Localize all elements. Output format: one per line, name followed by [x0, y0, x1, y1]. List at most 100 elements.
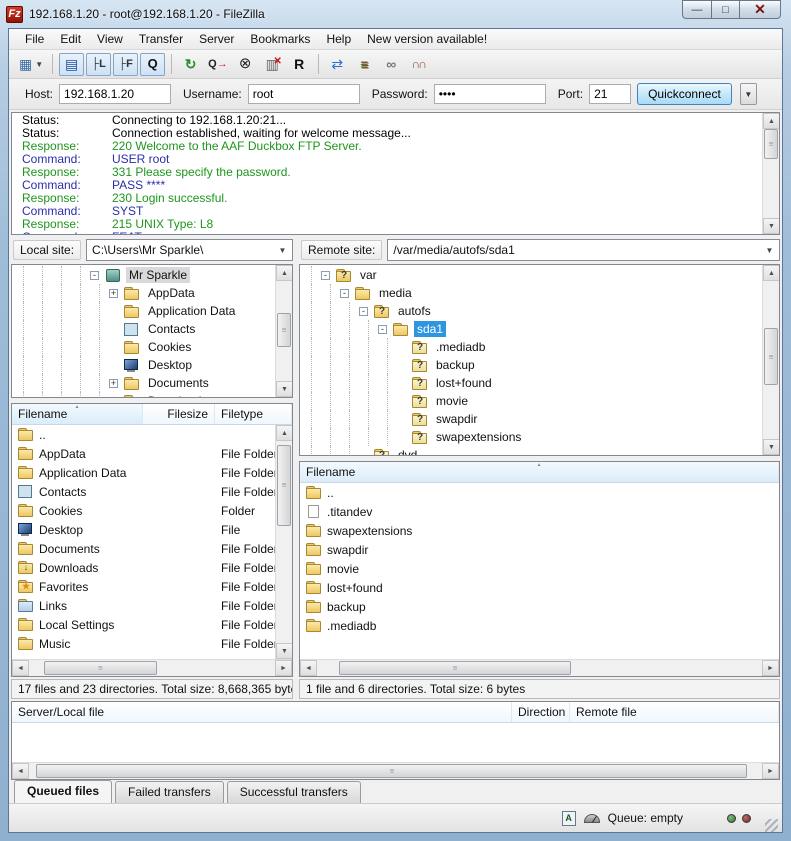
scroll-thumb[interactable] [277, 445, 291, 526]
menu-server[interactable]: Server [191, 30, 242, 48]
local-site-combo[interactable]: C:\Users\Mr Sparkle\ ▼ [86, 239, 293, 261]
remote-file-row-swapextensions[interactable]: swapextensions [300, 521, 779, 540]
remote-tree-item-media[interactable]: -media [302, 284, 761, 302]
remote-tree-item-lost-found[interactable]: ?lost+found [302, 374, 761, 392]
toggle-local-tree-button[interactable]: ├L [86, 53, 111, 76]
local-list-vscrollbar[interactable]: ▲ ▼ [275, 425, 292, 659]
scroll-track[interactable] [317, 660, 762, 676]
close-button[interactable]: ✕ [740, 0, 781, 19]
local-tree-item-desktop[interactable]: Desktop [14, 356, 274, 374]
scroll-thumb[interactable] [764, 328, 778, 385]
site-manager-button[interactable]: ▦▼ [16, 53, 46, 76]
local-file-row-application-data[interactable]: Application DataFile Folder [12, 463, 275, 482]
local-column-filename[interactable]: Filename [12, 404, 143, 424]
host-input[interactable] [59, 84, 171, 104]
menu-file[interactable]: File [17, 30, 52, 48]
remote-file-row-swapdir[interactable]: swapdir [300, 540, 779, 559]
menu-edit[interactable]: Edit [52, 30, 89, 48]
local-column-filesize[interactable]: Filesize [143, 404, 215, 424]
queue-hscrollbar[interactable]: ◄ ► [12, 762, 779, 779]
scroll-thumb[interactable] [44, 661, 157, 675]
comparison-mode-button[interactable]: ≡ [352, 53, 377, 76]
local-tree-item-appdata[interactable]: +AppData [14, 284, 274, 302]
scroll-track[interactable] [763, 129, 779, 218]
scroll-thumb[interactable] [36, 764, 747, 778]
scroll-track[interactable] [29, 660, 275, 676]
local-tree-item-downloads[interactable]: +↓Downloads [14, 392, 274, 397]
local-column-filetype[interactable]: Filetype [215, 404, 292, 424]
port-input[interactable] [589, 84, 631, 104]
resize-grip[interactable] [765, 819, 778, 832]
local-file-row-cookies[interactable]: CookiesFolder [12, 501, 275, 520]
remote-file-row-movie[interactable]: movie [300, 559, 779, 578]
queue-column-remote-file[interactable]: Remote file [570, 702, 779, 722]
cancel-button[interactable]: ⊗ [233, 53, 258, 76]
chevron-down-icon[interactable]: ▼ [762, 242, 777, 258]
queue-column-server-local-file[interactable]: Server/Local file [12, 702, 512, 722]
tab-successful-transfers[interactable]: Successful transfers [227, 781, 361, 803]
minimize-button[interactable]: — [682, 0, 711, 19]
queue-column-direction[interactable]: Direction [512, 702, 570, 722]
scroll-down-button[interactable]: ▼ [276, 643, 292, 659]
remote-column-filename[interactable]: Filename [300, 462, 779, 482]
reconnect-button[interactable]: R [287, 53, 312, 76]
local-tree-vscrollbar[interactable]: ▲ ▼ [275, 265, 292, 397]
scroll-thumb[interactable] [339, 661, 570, 675]
remote-file-row-mediadb[interactable]: .mediadb [300, 616, 779, 635]
scroll-down-button[interactable]: ▼ [276, 381, 293, 397]
remote-tree-item-mediadb[interactable]: ?.mediadb [302, 338, 761, 356]
process-queue-button[interactable]: Q→ [205, 53, 231, 76]
remote-tree-item-backup[interactable]: ?backup [302, 356, 761, 374]
local-file-row-music[interactable]: MusicFile Folder [12, 634, 275, 653]
local-file-row-downloads[interactable]: ↓DownloadsFile Folder [12, 558, 275, 577]
remote-file-row-[interactable]: .. [300, 483, 779, 502]
local-file-row-local-settings[interactable]: Local SettingsFile Folder [12, 615, 275, 634]
expander-icon[interactable]: + [109, 289, 118, 298]
expander-icon[interactable]: + [109, 397, 118, 398]
remote-site-combo[interactable]: /var/media/autofs/sda1 ▼ [387, 239, 780, 261]
local-file-row-contacts[interactable]: ContactsFile Folder [12, 482, 275, 501]
expander-icon[interactable]: - [378, 325, 387, 334]
synchronized-browsing-button[interactable]: ∞ [379, 53, 404, 76]
site-manager-dropdown-arrow[interactable]: ▼ [35, 60, 43, 69]
scroll-left-button[interactable]: ◄ [12, 763, 29, 779]
remote-file-row-backup[interactable]: backup [300, 597, 779, 616]
tab-queued-files[interactable]: Queued files [14, 780, 112, 803]
scroll-down-button[interactable]: ▼ [763, 439, 780, 455]
quickconnect-button[interactable]: Quickconnect [637, 83, 732, 105]
scroll-down-button[interactable]: ▼ [763, 218, 780, 234]
username-input[interactable] [248, 84, 360, 104]
local-file-row-[interactable]: .. [12, 425, 275, 444]
tab-failed-transfers[interactable]: Failed transfers [115, 781, 224, 803]
remote-tree-vscrollbar[interactable]: ▲ ▼ [762, 265, 779, 455]
scroll-up-button[interactable]: ▲ [276, 425, 292, 441]
local-file-row-desktop[interactable]: DesktopFile [12, 520, 275, 539]
menu-bookmarks[interactable]: Bookmarks [242, 30, 318, 48]
refresh-button[interactable]: ↻ [178, 53, 203, 76]
local-tree-item-contacts[interactable]: Contacts [14, 320, 274, 338]
scroll-thumb[interactable] [764, 129, 778, 159]
password-input[interactable] [434, 84, 546, 104]
remote-tree-item-movie[interactable]: ?movie [302, 392, 761, 410]
scroll-track[interactable] [276, 441, 292, 643]
local-file-row-links[interactable]: LinksFile Folder [12, 596, 275, 615]
menu-help[interactable]: Help [318, 30, 359, 48]
expander-icon[interactable]: - [90, 271, 99, 280]
scroll-left-button[interactable]: ◄ [300, 660, 317, 676]
log-vscrollbar[interactable]: ▲ ▼ [762, 113, 779, 234]
menu-new-version-available[interactable]: New version available! [359, 30, 495, 48]
local-tree-item-documents[interactable]: +Documents [14, 374, 274, 392]
local-tree-item-cookies[interactable]: Cookies [14, 338, 274, 356]
local-file-row-appdata[interactable]: AppDataFile Folder [12, 444, 275, 463]
maximize-button[interactable]: □ [711, 0, 740, 19]
toggle-remote-tree-button[interactable]: ├F [113, 53, 138, 76]
remote-tree-item-sda1[interactable]: -sda1 [302, 320, 761, 338]
local-file-row-documents[interactable]: DocumentsFile Folder [12, 539, 275, 558]
scroll-up-button[interactable]: ▲ [276, 265, 293, 281]
remote-tree-item-dvd[interactable]: ?dvd [302, 446, 761, 455]
local-tree-item-application-data[interactable]: Application Data [14, 302, 274, 320]
scroll-left-button[interactable]: ◄ [12, 660, 29, 676]
remote-list-hscrollbar[interactable]: ◄ ► [300, 659, 779, 676]
expander-icon[interactable]: - [359, 307, 368, 316]
local-tree-item-mr-sparkle[interactable]: -Mr Sparkle [14, 266, 274, 284]
